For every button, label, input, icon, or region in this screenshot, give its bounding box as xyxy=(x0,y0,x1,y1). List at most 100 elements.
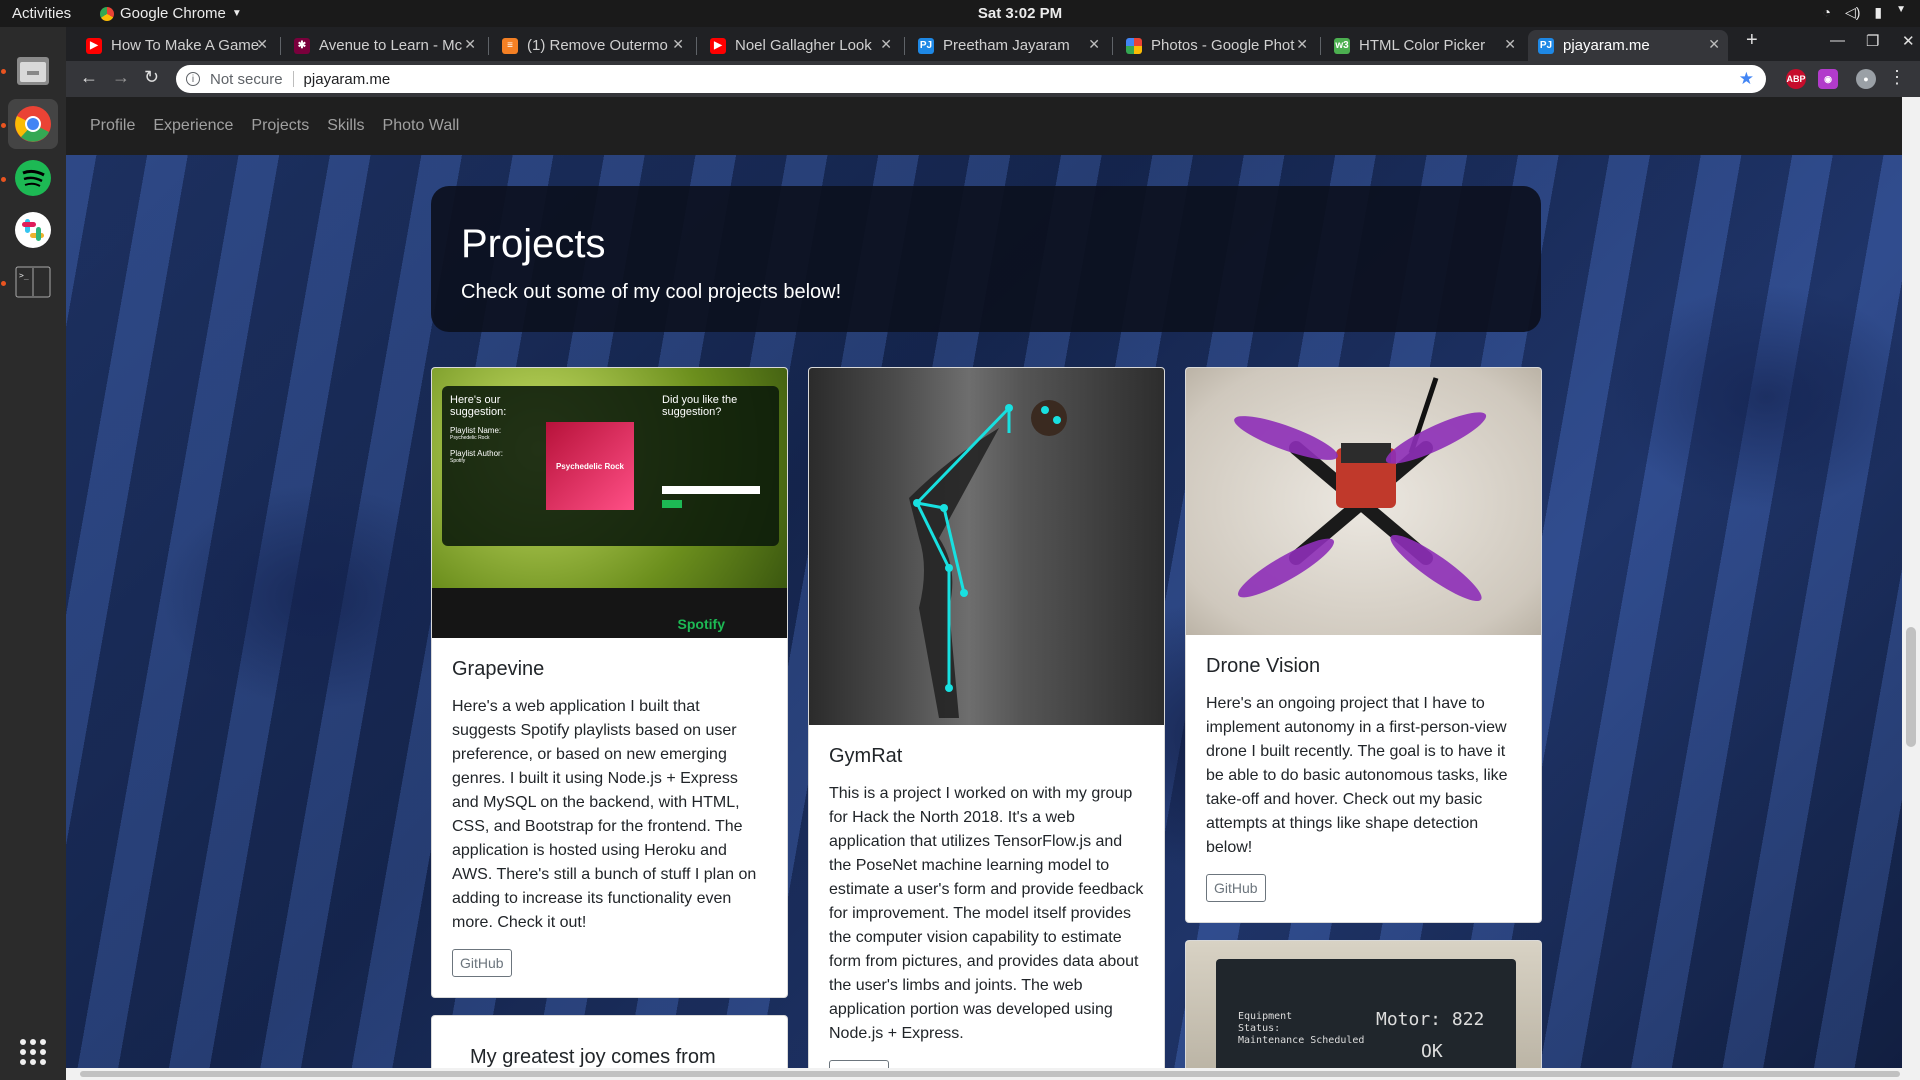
project-card-partial: My greatest joy comes from xyxy=(431,1015,788,1068)
close-icon[interactable]: ✕ xyxy=(256,36,268,53)
chevron-down-icon: ▼ xyxy=(1896,4,1906,15)
browser-tab[interactable]: PJ Preetham Jayaram ✕ xyxy=(908,30,1108,61)
drone-photo xyxy=(1186,368,1541,635)
project-title: Drone Vision xyxy=(1206,655,1321,677)
laptop-screen: Equipment Status: Maintenance Scheduled … xyxy=(1216,959,1516,1068)
google-photos-icon xyxy=(1126,37,1142,54)
browser-tab[interactable]: Photos - Google Phot ✕ xyxy=(1116,30,1316,61)
system-tray[interactable]: ◔ ◁) ▮ ▼ xyxy=(1822,4,1906,21)
tab-strip: ▶ How To Make A Game ✕ ✱ Avenue to Learn… xyxy=(66,27,1920,61)
suggestion-panel: Here's our suggestion: Playlist Name: Ps… xyxy=(442,386,779,546)
vertical-scrollbar[interactable] xyxy=(1902,97,1920,1068)
app-grid-graphic xyxy=(20,1039,46,1065)
page-viewport: Profile Experience Projects Skills Photo… xyxy=(66,97,1902,1068)
screen-line: Status: xyxy=(1238,1023,1281,1034)
chrome-icon[interactable] xyxy=(8,99,58,149)
browser-tab[interactable]: w3 HTML Color Picker ✕ xyxy=(1324,30,1524,61)
extension-icon[interactable]: ◉ xyxy=(1818,69,1838,89)
pose-skeleton-overlay xyxy=(909,400,1067,718)
pj-icon: PJ xyxy=(1538,37,1554,54)
youtube-icon: ▶ xyxy=(86,37,102,54)
divider xyxy=(292,71,294,87)
close-icon[interactable]: ✕ xyxy=(672,36,684,53)
project-card-partial-laptop: Equipment Status: Maintenance Scheduled … xyxy=(1185,940,1542,1068)
close-window-icon[interactable]: ✕ xyxy=(1902,32,1915,50)
running-indicator xyxy=(1,281,6,286)
project-description: Here's a web application I built that su… xyxy=(452,698,757,931)
nav-projects[interactable]: Projects xyxy=(251,117,309,135)
terminal-icon[interactable]: >_ xyxy=(8,257,58,307)
menu-kebab-icon[interactable]: ⋮ xyxy=(1888,67,1906,88)
grapevine-screenshot: Here's our suggestion: Playlist Name: Ps… xyxy=(432,368,787,638)
maximize-icon[interactable]: ❐ xyxy=(1866,32,1879,50)
new-tab-button[interactable]: + xyxy=(1746,29,1758,52)
close-icon[interactable]: ✕ xyxy=(1296,36,1308,53)
gymrat-photo xyxy=(809,368,1164,725)
wifi-icon: ◔ xyxy=(1822,4,1831,20)
close-icon[interactable]: ✕ xyxy=(464,36,476,53)
project-title: Grapevine xyxy=(452,658,545,680)
running-indicator xyxy=(1,177,6,182)
project-card-grapevine: Here's our suggestion: Playlist Name: Ps… xyxy=(431,367,788,998)
dock: >_ xyxy=(0,27,66,1080)
album-art: Psychedelic Rock xyxy=(546,422,634,510)
github-button[interactable]: GitHub xyxy=(452,949,512,977)
close-icon[interactable]: ✕ xyxy=(1088,36,1100,53)
project-card-gymrat: GymRat This is a project I worked on wit… xyxy=(808,367,1165,1068)
close-icon[interactable]: ✕ xyxy=(1504,36,1516,53)
volume-icon: ◁) xyxy=(1844,4,1861,20)
files-icon[interactable] xyxy=(8,45,58,95)
minimize-icon[interactable]: — xyxy=(1830,32,1845,49)
browser-tab-active[interactable]: PJ pjayaram.me ✕ xyxy=(1528,30,1728,61)
profile-avatar-icon[interactable]: ● xyxy=(1856,69,1876,89)
card-teaser-text: My greatest joy comes from xyxy=(470,1046,716,1068)
running-indicator xyxy=(1,69,6,74)
info-icon[interactable]: i xyxy=(186,72,200,86)
tab-title: Photos - Google Phot xyxy=(1151,37,1295,54)
scrollbar-thumb[interactable] xyxy=(1906,627,1916,747)
github-button[interactable]: GitHub xyxy=(1206,874,1266,902)
feedback-heading: Did you like the suggestion? xyxy=(662,394,738,418)
bookmark-star-icon[interactable]: ★ xyxy=(1739,69,1754,89)
nav-skills[interactable]: Skills xyxy=(327,117,364,135)
show-applications-icon[interactable] xyxy=(8,1027,58,1077)
chrome-logo xyxy=(15,106,51,142)
screen-line: Equipment xyxy=(1238,1011,1293,1022)
spotify-icon[interactable] xyxy=(8,153,58,203)
browser-tab[interactable]: ▶ How To Make A Game ✕ xyxy=(76,30,276,61)
system-top-bar: Activities Google Chrome ▼ Sat 3:02 PM ◔… xyxy=(0,0,1920,27)
back-icon[interactable]: ← xyxy=(80,67,98,88)
nav-profile[interactable]: Profile xyxy=(90,117,135,135)
screen-motor: Motor: 822 xyxy=(1376,1009,1485,1030)
suggestion-heading: Here's our suggestion: xyxy=(450,394,507,418)
nav-experience[interactable]: Experience xyxy=(153,117,233,135)
slack-icon[interactable] xyxy=(8,205,58,255)
browser-tab[interactable]: ✱ Avenue to Learn - Mc ✕ xyxy=(284,30,484,61)
tab-title: Noel Gallagher Look xyxy=(735,37,872,54)
horizontal-scrollbar[interactable] xyxy=(66,1068,1920,1080)
terminal-logo: >_ xyxy=(15,266,51,298)
nav-photo-wall[interactable]: Photo Wall xyxy=(383,117,460,135)
browser-tab[interactable]: ≡ (1) Remove Outermo ✕ xyxy=(492,30,692,61)
reload-icon[interactable]: ↻ xyxy=(144,67,159,88)
adblock-plus-icon[interactable]: ABP xyxy=(1786,69,1806,89)
tab-separator xyxy=(1320,37,1321,55)
w3schools-icon: w3 xyxy=(1334,37,1350,54)
clock[interactable]: Sat 3:02 PM xyxy=(950,5,1090,22)
tab-title: pjayaram.me xyxy=(1563,37,1650,54)
tab-separator xyxy=(1112,37,1113,55)
activities-button[interactable]: Activities xyxy=(12,5,71,22)
close-icon[interactable]: ✕ xyxy=(1708,36,1720,53)
project-description: This is a project I worked on with my gr… xyxy=(829,785,1144,1042)
scrollbar-thumb[interactable] xyxy=(80,1071,1900,1077)
spotify-brand: Spotify xyxy=(677,616,725,632)
github-button[interactable]: GitHub xyxy=(829,1060,889,1068)
address-bar[interactable]: i Not secure pjayaram.me ★ xyxy=(176,65,1766,93)
browser-tab[interactable]: ▶ Noel Gallagher Look ✕ xyxy=(700,30,900,61)
svg-text:>_: >_ xyxy=(19,271,29,280)
youtube-icon: ▶ xyxy=(710,37,726,54)
app-menu[interactable]: Google Chrome ▼ xyxy=(100,5,242,22)
pj-icon: PJ xyxy=(918,37,934,54)
close-icon[interactable]: ✕ xyxy=(880,36,892,53)
forward-icon[interactable]: → xyxy=(112,67,130,88)
